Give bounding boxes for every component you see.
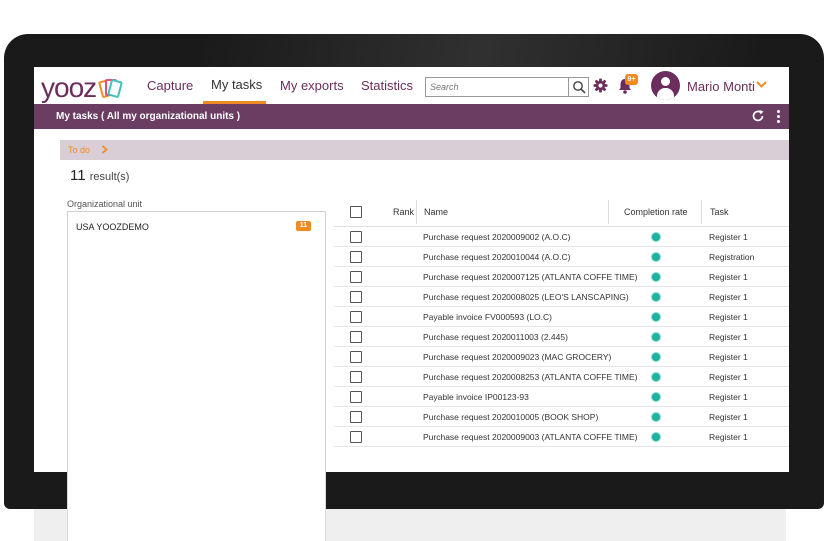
row-checkbox[interactable] [350,251,362,263]
row-name[interactable]: Payable invoice IP00123-93 [423,392,529,402]
row-checkbox[interactable] [350,411,362,423]
nav-capture[interactable]: Capture [147,78,193,93]
completion-status-icon [651,312,661,322]
notification-badge: 9+ [625,74,638,85]
org-unit-count-badge: 11 [296,221,311,231]
row-name[interactable]: Purchase request 2020009023 (MAC GROCERY… [423,352,611,362]
row-checkbox[interactable] [350,431,362,443]
column-header-name[interactable]: Name [424,207,448,217]
org-unit-panel: USA YOOZDEMO 11 [67,211,326,472]
row-name[interactable]: Payable invoice FV000593 (LO.C) [423,312,552,322]
completion-status-icon [651,412,661,422]
row-checkbox[interactable] [350,231,362,243]
column-divider [701,200,702,224]
row-task: Register 1 [709,412,748,422]
table-row[interactable]: Purchase request 2020007125 (ATLANTA COF… [334,267,789,287]
row-checkbox[interactable] [350,371,362,383]
org-panel-overflow [67,470,326,541]
row-task: Register 1 [709,352,748,362]
table-row[interactable]: Payable invoice FV000593 (LO.C) Register … [334,307,789,327]
breadcrumb: To do [60,140,789,160]
row-name[interactable]: Purchase request 2020008253 (ATLANTA COF… [423,372,637,382]
top-navigation: yooz Capture My tasks My exports Statist… [34,67,789,104]
logo-cards-icon [98,76,124,100]
column-divider [416,200,417,224]
row-checkbox[interactable] [350,331,362,343]
row-task: Register 1 [709,232,748,242]
completion-status-icon [651,352,661,362]
completion-status-icon [651,292,661,302]
column-header-task[interactable]: Task [710,207,729,217]
table-row[interactable]: Purchase request 2020011003 (2.445) Regis… [334,327,789,347]
chevron-right-icon [101,145,108,154]
table-row[interactable]: Purchase request 2020008253 (ATLANTA COF… [334,367,789,387]
org-unit-item[interactable]: USA YOOZDEMO [76,222,149,232]
completion-status-icon [651,272,661,282]
completion-status-icon [651,432,661,442]
column-header-rank[interactable]: Rank [393,207,414,217]
row-name[interactable]: Purchase request 2020010005 (BOOK SHOP) [423,412,598,422]
completion-status-icon [651,332,661,342]
completion-status-icon [651,232,661,242]
table-row[interactable]: Purchase request 2020008025 (LEO'S LANSC… [334,287,789,307]
row-checkbox[interactable] [350,291,362,303]
row-task: Register 1 [709,392,748,402]
refresh-icon[interactable] [751,109,765,123]
row-name[interactable]: Purchase request 2020011003 (2.445) [423,332,568,342]
search-button[interactable] [568,78,588,96]
completion-status-icon [651,252,661,262]
row-checkbox[interactable] [350,391,362,403]
row-checkbox[interactable] [350,311,362,323]
row-task: Register 1 [709,272,748,282]
row-checkbox[interactable] [350,351,362,363]
column-divider [608,200,609,224]
completion-status-icon [651,372,661,382]
results-count: 11 result(s) [70,167,129,184]
nav-my-tasks[interactable]: My tasks [211,77,262,92]
yooz-logo[interactable]: yooz [41,72,124,103]
completion-status-icon [651,392,661,402]
row-task: Register 1 [709,292,748,302]
select-all-checkbox[interactable] [350,206,362,218]
column-header-completion-rate[interactable]: Completion rate [624,207,688,217]
table-row[interactable]: Payable invoice IP00123-93 Register 1 [334,387,789,407]
nav-statistics[interactable]: Statistics [361,78,413,93]
row-task: Register 1 [709,332,748,342]
row-name[interactable]: Purchase request 2020008025 (LEO'S LANSC… [423,292,629,302]
table-row[interactable]: Purchase request 2020009002 (A.O.C) Regis… [334,227,789,247]
app-screen: yooz Capture My tasks My exports Statist… [34,67,789,472]
nav-my-exports[interactable]: My exports [280,78,344,93]
row-task: Registration [709,252,755,262]
table-row[interactable]: Purchase request 2020010005 (BOOK SHOP) R… [334,407,789,427]
avatar[interactable] [651,71,680,100]
table-row[interactable]: Purchase request 2020010044 (A.O.C) Regis… [334,247,789,267]
gear-icon[interactable] [593,78,608,93]
logo-text: yooz [41,72,97,103]
org-unit-label: Organizational unit [67,199,143,209]
row-task: Register 1 [709,372,748,382]
results-number: 11 [70,167,86,184]
row-checkbox[interactable] [350,271,362,283]
row-task: Register 1 [709,312,748,322]
search-input[interactable] [426,78,568,96]
search-box [425,77,589,97]
table-row[interactable]: Purchase request 2020009003 (ATLANTA COF… [334,427,789,447]
more-options-icon[interactable] [777,110,781,124]
row-name[interactable]: Purchase request 2020007125 (ATLANTA COF… [423,272,637,282]
page-title: My tasks ( All my organizational units ) [56,111,241,122]
user-name[interactable]: Mario Monti [687,79,755,94]
table-row[interactable]: Purchase request 2020009023 (MAC GROCERY… [334,347,789,367]
row-name[interactable]: Purchase request 2020010044 (A.O.C) [423,252,570,262]
results-label: result(s) [89,171,130,183]
bezel-reflection [200,34,760,68]
row-name[interactable]: Purchase request 2020009002 (A.O.C) [423,232,570,242]
search-icon [573,81,586,94]
breadcrumb-todo[interactable]: To do [68,145,90,155]
row-task: Register 1 [709,432,748,442]
page-header-bar: My tasks ( All my organizational units ) [34,104,789,129]
row-name[interactable]: Purchase request 2020009003 (ATLANTA COF… [423,432,637,442]
chevron-down-icon[interactable] [756,80,767,89]
